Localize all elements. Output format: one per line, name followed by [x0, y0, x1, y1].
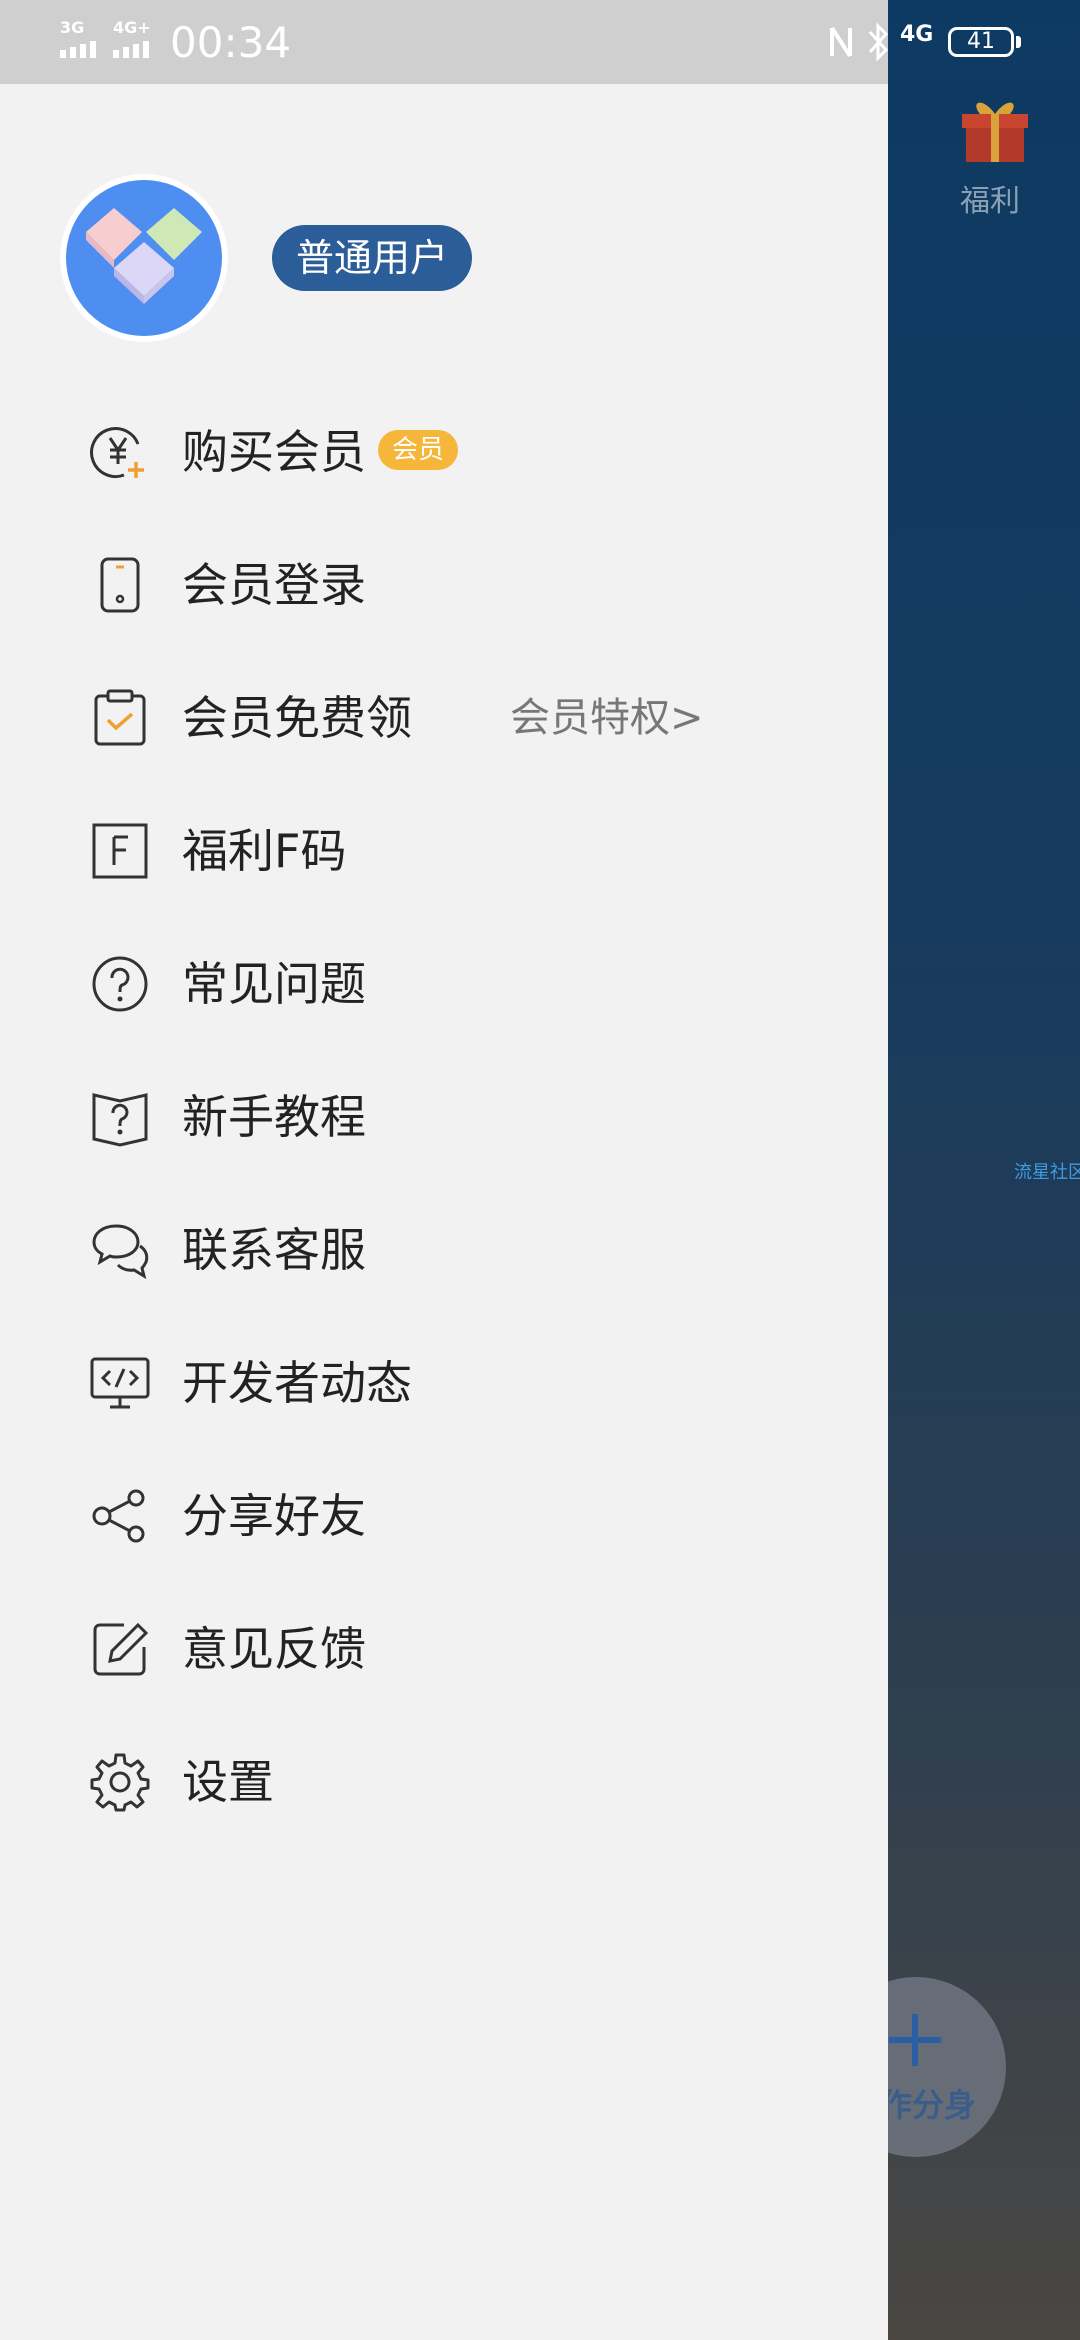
bluetooth-icon — [868, 22, 889, 62]
menu-label: 新手教程 — [182, 1090, 366, 1144]
question-circle-icon — [92, 956, 148, 1012]
avatar[interactable] — [60, 174, 228, 342]
fab-label: 作分身 — [880, 2086, 977, 2124]
menu-item-feedback[interactable]: 意见反馈 — [0, 1589, 888, 1709]
f-code-icon — [92, 823, 148, 879]
chat-bubbles-icon — [92, 1224, 149, 1280]
signal2-icon — [113, 41, 149, 58]
menu-item-buy-vip[interactable]: 购买会员 会员 — [0, 392, 888, 512]
signal1-icon — [60, 41, 96, 58]
code-monitor-icon — [90, 1357, 150, 1409]
menu-item-vip-free[interactable]: 会员免费领 会员特权> — [0, 658, 888, 778]
gift-label: 福利 — [960, 184, 1020, 219]
menu-item-faq[interactable]: 常见问题 — [0, 924, 888, 1044]
menu-item-tutorial[interactable]: 新手教程 — [0, 1057, 888, 1177]
menu-label: 会员免费领 — [182, 691, 412, 745]
menu-label: 购买会员 — [182, 425, 366, 479]
plus-icon — [889, 2014, 941, 2066]
menu-label: 会员登录 — [182, 558, 366, 612]
app-logo-icon — [86, 208, 202, 304]
menu-label: 意见反馈 — [182, 1622, 366, 1676]
battery-tip — [1016, 36, 1021, 48]
menu-item-vip-login[interactable]: 会员登录 — [0, 525, 888, 645]
menu-item-f-code[interactable]: 福利F码 — [0, 791, 888, 911]
status-bar: 3G 4G+ 00:34 — [0, 0, 888, 84]
book-question-icon — [92, 1093, 148, 1147]
navigation-drawer: 普通用户 购买会员 会员 会员登录 会员免费领 会员特权> 福利F码 常见问题 … — [0, 84, 888, 2340]
menu-label: 设置 — [182, 1755, 274, 1809]
network-type: 4G — [900, 22, 934, 47]
menu-label: 分享好友 — [182, 1489, 366, 1543]
menu-label: 福利F码 — [182, 824, 347, 878]
menu-item-settings[interactable]: 设置 — [0, 1722, 888, 1842]
edit-feedback-icon — [93, 1622, 149, 1676]
signal2-label: 4G+ — [113, 18, 151, 37]
nfc-icon — [830, 26, 852, 58]
menu-label: 常见问题 — [182, 957, 366, 1011]
menu-item-developer-news[interactable]: 开发者动态 — [0, 1323, 888, 1443]
gift-icon[interactable] — [962, 96, 1028, 166]
user-level-badge[interactable]: 普通用户 — [272, 225, 473, 291]
vip-tag: 会员 — [378, 430, 459, 470]
gear-icon — [90, 1753, 150, 1812]
clipboard-check-icon — [94, 689, 146, 746]
menu-item-share-friends[interactable]: 分享好友 — [0, 1456, 888, 1576]
battery-indicator: 41 — [948, 27, 1014, 57]
phone-icon — [100, 557, 140, 613]
menu-label: 联系客服 — [182, 1223, 366, 1277]
vip-privilege-link[interactable]: 会员特权> — [510, 688, 704, 748]
menu-item-customer-service[interactable]: 联系客服 — [0, 1190, 888, 1310]
share-icon — [92, 1489, 145, 1543]
menu-label: 开发者动态 — [182, 1356, 412, 1410]
status-time: 00:34 — [170, 18, 292, 67]
community-link[interactable]: 流星社区 — [1014, 1158, 1080, 1184]
avatar-logo — [66, 180, 222, 336]
yuan-plus-icon — [90, 427, 144, 479]
signal1-label: 3G — [60, 18, 85, 37]
